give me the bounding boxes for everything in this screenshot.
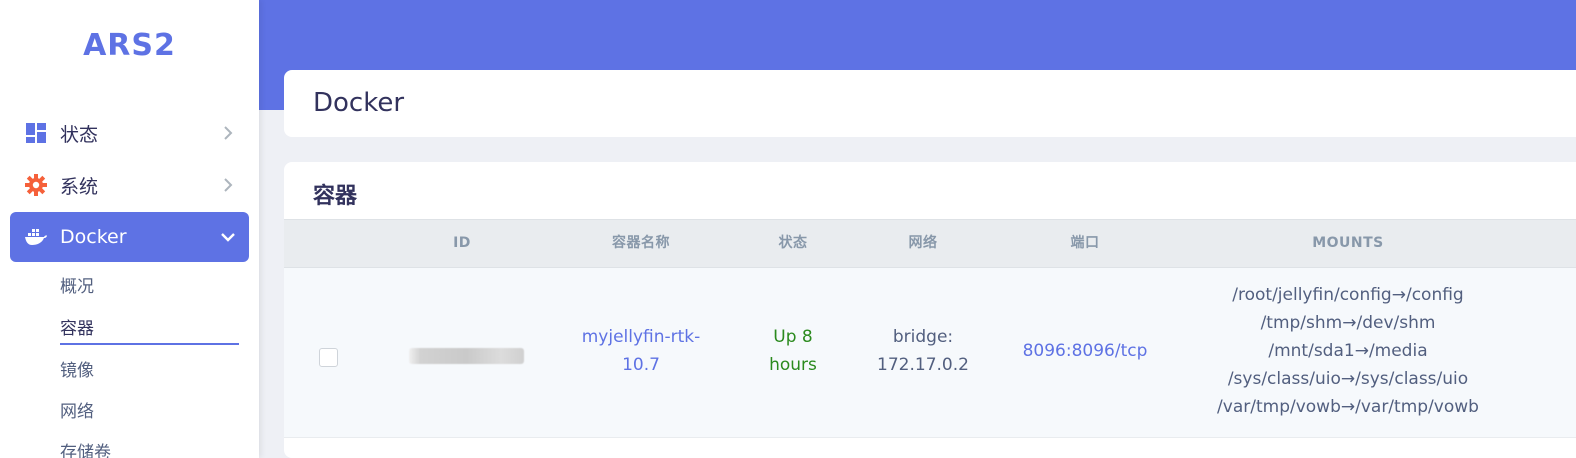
chevron-down-icon <box>221 230 235 244</box>
gear-icon <box>24 173 48 197</box>
sidebar-item-status[interactable]: 状态 <box>10 108 249 158</box>
column-header-mounts[interactable]: MOUNTS <box>1268 220 1428 267</box>
mount-entry: /var/tmp/vowb→/var/tmp/vowb <box>1217 397 1479 417</box>
column-header-network[interactable]: 网络 <box>883 220 963 267</box>
chevron-right-icon <box>221 178 235 192</box>
chevron-right-icon <box>221 126 235 140</box>
mount-entry: /sys/class/uio→/sys/class/uio <box>1227 369 1469 389</box>
active-subitem-underline <box>60 343 239 345</box>
container-name-link[interactable]: myjellyfin-rtk- 10.7 <box>561 323 721 379</box>
container-port-link[interactable]: 8096:8096/tcp <box>1015 337 1155 365</box>
sidebar-item-label: 状态 <box>60 123 99 146</box>
docker-icon <box>24 225 48 249</box>
sidebar-item-label: Docker <box>60 226 127 248</box>
sidebar-item-label: 系统 <box>60 175 99 198</box>
page-title-card: Docker <box>284 70 1576 137</box>
sidebar: ARS2 状态 系统 Docker 概况 容器 镜像 网络 存储卷 <box>0 0 259 458</box>
mount-entry: /root/jellyfin/config→/config <box>1232 285 1464 305</box>
container-id-redacted <box>409 348 524 364</box>
containers-card: 容器 ID 容器名称 状态 网络 端口 MOUNTS myjellyfin-rt… <box>284 162 1576 458</box>
column-header-port[interactable]: 端口 <box>1035 220 1135 267</box>
container-mounts: /root/jellyfin/config→/config /tmp/shm→/… <box>1198 281 1498 421</box>
table-header: ID 容器名称 状态 网络 端口 MOUNTS <box>284 219 1576 268</box>
column-header-id[interactable]: ID <box>412 220 512 267</box>
sidebar-subitem-networks[interactable]: 网络 <box>60 397 94 422</box>
table-row[interactable]: myjellyfin-rtk- 10.7 Up 8 hours bridge: … <box>284 268 1576 438</box>
section-title: 容器 <box>313 184 358 209</box>
sidebar-subitem-volumes[interactable]: 存储卷 <box>60 438 111 458</box>
row-select-checkbox[interactable] <box>319 348 338 367</box>
dashboard-icon <box>24 121 48 145</box>
page-title: Docker <box>313 88 405 118</box>
brand-logo[interactable]: ARS2 <box>0 28 259 63</box>
sidebar-subitem-images[interactable]: 镜像 <box>60 356 94 381</box>
column-header-status[interactable]: 状态 <box>753 220 833 267</box>
container-network: bridge: 172.17.0.2 <box>877 327 969 375</box>
sidebar-subitem-overview[interactable]: 概况 <box>60 272 94 297</box>
column-header-name[interactable]: 容器名称 <box>581 220 701 267</box>
mount-entry: /mnt/sda1→/media <box>1268 341 1428 361</box>
sidebar-item-docker[interactable]: Docker <box>10 212 249 262</box>
sidebar-item-system[interactable]: 系统 <box>10 160 249 210</box>
mount-entry: /tmp/shm→/dev/shm <box>1260 313 1436 333</box>
sidebar-subitem-containers[interactable]: 容器 <box>60 314 94 339</box>
container-status: Up 8 hours <box>769 327 817 375</box>
